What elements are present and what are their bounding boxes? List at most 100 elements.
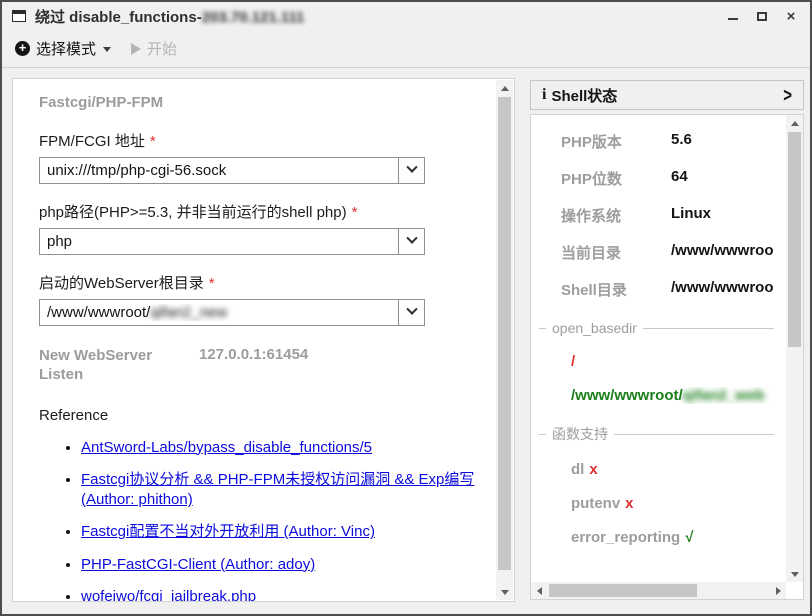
- triangle-left-icon: [537, 587, 542, 595]
- scroll-up-button[interactable]: [496, 80, 513, 96]
- maximize-icon: [757, 12, 767, 21]
- status-row-label: 操作系统: [561, 205, 671, 226]
- php-path-value[interactable]: php: [40, 233, 398, 250]
- listen-value: 127.0.0.1:61454: [199, 346, 308, 385]
- status-row-value: 5.6: [671, 131, 773, 152]
- webserver-root-dropdown-button[interactable]: [398, 300, 424, 325]
- triangle-up-icon: [791, 121, 799, 126]
- triangle-up-icon: [501, 86, 509, 91]
- cross-icon: x: [625, 495, 633, 512]
- list-item: wofeiwo/fcgi_jailbreak.php: [81, 587, 490, 601]
- minimize-icon: [728, 18, 738, 20]
- function-name: dl: [571, 461, 584, 478]
- window-title-text: 绕过 disable_functions-: [35, 9, 202, 26]
- maximize-button[interactable]: [755, 9, 769, 23]
- status-row-value: 64: [671, 168, 773, 189]
- triangle-down-icon: [791, 572, 799, 577]
- scrollbar-thumb[interactable]: [788, 132, 801, 347]
- status-row-os: 操作系统 Linux: [561, 205, 786, 226]
- scroll-right-button[interactable]: [770, 582, 786, 599]
- form-panel-scrollbar[interactable]: [496, 80, 513, 600]
- open-basedir-root: /: [571, 353, 774, 370]
- php-path-dropdown-button[interactable]: [398, 229, 424, 254]
- chevron-down-icon: [103, 47, 111, 52]
- status-row-value: /www/wwwroot/: [671, 242, 773, 263]
- open-basedir-path-prefix: /www/wwwroot/: [571, 387, 683, 404]
- field-label-fpm-address: FPM/FCGI 地址 *: [39, 130, 490, 151]
- function-support-legend: 函数支持: [539, 424, 774, 444]
- scroll-up-button[interactable]: [786, 115, 803, 131]
- status-panel-hscrollbar[interactable]: [531, 582, 786, 599]
- status-row-label: PHP版本: [561, 131, 671, 152]
- play-icon: [131, 43, 141, 55]
- open-basedir-legend: open_basedir: [539, 320, 774, 336]
- triangle-right-icon: [776, 587, 781, 595]
- scroll-down-button[interactable]: [786, 566, 803, 582]
- scroll-down-button[interactable]: [496, 584, 513, 600]
- check-icon: √: [685, 529, 693, 546]
- section-title: Fastcgi/PHP-FPM: [39, 93, 179, 113]
- reference-link-fcgi-jailbreak[interactable]: wofeiwo/fcgi_jailbreak.php: [81, 588, 256, 601]
- required-asterisk: *: [150, 133, 156, 150]
- open-basedir-path-redacted: qifan2_web: [683, 387, 765, 404]
- status-row-current-dir: 当前目录 /www/wwwroot/: [561, 242, 786, 263]
- reference-link-fastcgi-misconfig[interactable]: Fastcgi配置不当对外开放利用 (Author: Vinc): [81, 523, 375, 540]
- function-entry-dl: dlx: [571, 461, 774, 478]
- open-basedir-fieldset: open_basedir / /www/wwwroot/qifan2_web: [539, 320, 774, 404]
- status-panel-vscrollbar[interactable]: [786, 115, 803, 582]
- triangle-down-icon: [501, 590, 509, 595]
- toolbar: + 选择模式 开始: [2, 30, 810, 68]
- function-entry-putenv: putenvx: [571, 495, 774, 512]
- field-label-text: php路径(PHP>=5.3, 并非当前运行的shell php): [39, 204, 347, 221]
- shell-status-title: Shell状态: [551, 85, 617, 106]
- chevron-right-icon[interactable]: >: [783, 84, 792, 106]
- webserver-root-combobox[interactable]: /www/wwwroot/qifan2_new: [39, 299, 425, 326]
- reference-link-antsword-labs[interactable]: AntSword-Labs/bypass_disable_functions/5: [81, 439, 372, 456]
- listen-label: New WebServer Listen: [39, 346, 199, 385]
- minimize-button[interactable]: [726, 9, 740, 23]
- cross-icon: x: [589, 461, 597, 478]
- fpm-address-dropdown-button[interactable]: [398, 158, 424, 183]
- webserver-root-value[interactable]: /www/wwwroot/qifan2_new: [40, 304, 398, 321]
- info-icon: i: [542, 86, 546, 104]
- field-label-webserver-root: 启动的WebServer根目录*: [39, 272, 490, 293]
- new-webserver-listen-row: New WebServer Listen 127.0.0.1:61454: [39, 346, 490, 385]
- status-row-shell-dir: Shell目录 /www/wwwroot/: [561, 279, 786, 300]
- field-label-php-path: php路径(PHP>=5.3, 并非当前运行的shell php)*: [39, 201, 490, 222]
- function-name: error_reporting: [571, 529, 680, 546]
- webserver-root-prefix: /www/wwwroot/: [47, 304, 150, 321]
- shell-status-content: PHP版本 5.6 PHP位数 64 操作系统 Linux 当前目录 /www/…: [531, 131, 786, 582]
- list-item: AntSword-Labs/bypass_disable_functions/5: [81, 438, 490, 458]
- window-title: 绕过 disable_functions-203.70.121.111: [35, 6, 304, 27]
- dialog-window: 绕过 disable_functions-203.70.121.111 × + …: [0, 0, 812, 616]
- select-mode-button[interactable]: + 选择模式: [15, 38, 111, 59]
- start-button[interactable]: 开始: [131, 38, 177, 59]
- close-button[interactable]: ×: [784, 9, 798, 23]
- reference-link-fastcgi-protocol[interactable]: Fastcgi协议分析 && PHP-FPM未授权访问漏洞 && Exp编写 (…: [81, 471, 474, 508]
- field-label-text: FPM/FCGI 地址: [39, 133, 145, 150]
- title-bar: 绕过 disable_functions-203.70.121.111 ×: [2, 2, 810, 30]
- scroll-left-button[interactable]: [531, 582, 547, 599]
- reference-links: AntSword-Labs/bypass_disable_functions/5…: [39, 438, 490, 602]
- php-path-combobox[interactable]: php: [39, 228, 425, 255]
- window-icon: [12, 10, 26, 22]
- function-entry-error-reporting: error_reporting √: [571, 529, 774, 546]
- reference-title: Reference: [39, 407, 490, 424]
- scrollbar-thumb[interactable]: [549, 584, 697, 597]
- fpm-address-value[interactable]: unix:///tmp/php-cgi-56.sock: [40, 162, 398, 179]
- status-row-label: 当前目录: [561, 242, 671, 263]
- start-label: 开始: [147, 38, 177, 59]
- status-row-value: /www/wwwroot/: [671, 279, 773, 300]
- reference-link-php-fastcgi-client[interactable]: PHP-FastCGI-Client (Author: adoy): [81, 556, 315, 573]
- function-support-fieldset: 函数支持 dlx putenvx error_reporting√: [539, 424, 774, 546]
- scrollbar-thumb[interactable]: [498, 97, 511, 570]
- status-row-label: Shell目录: [561, 279, 671, 300]
- fpm-address-combobox[interactable]: unix:///tmp/php-cgi-56.sock: [39, 157, 425, 184]
- webserver-root-redacted: qifan2_new: [150, 304, 227, 321]
- chevron-down-icon: [406, 162, 417, 173]
- status-row-value: Linux: [671, 205, 773, 226]
- status-row-label: PHP位数: [561, 168, 671, 189]
- window-controls: ×: [726, 9, 798, 23]
- plus-circle-icon: +: [15, 41, 30, 56]
- shell-status-header[interactable]: i Shell状态 >: [530, 80, 804, 110]
